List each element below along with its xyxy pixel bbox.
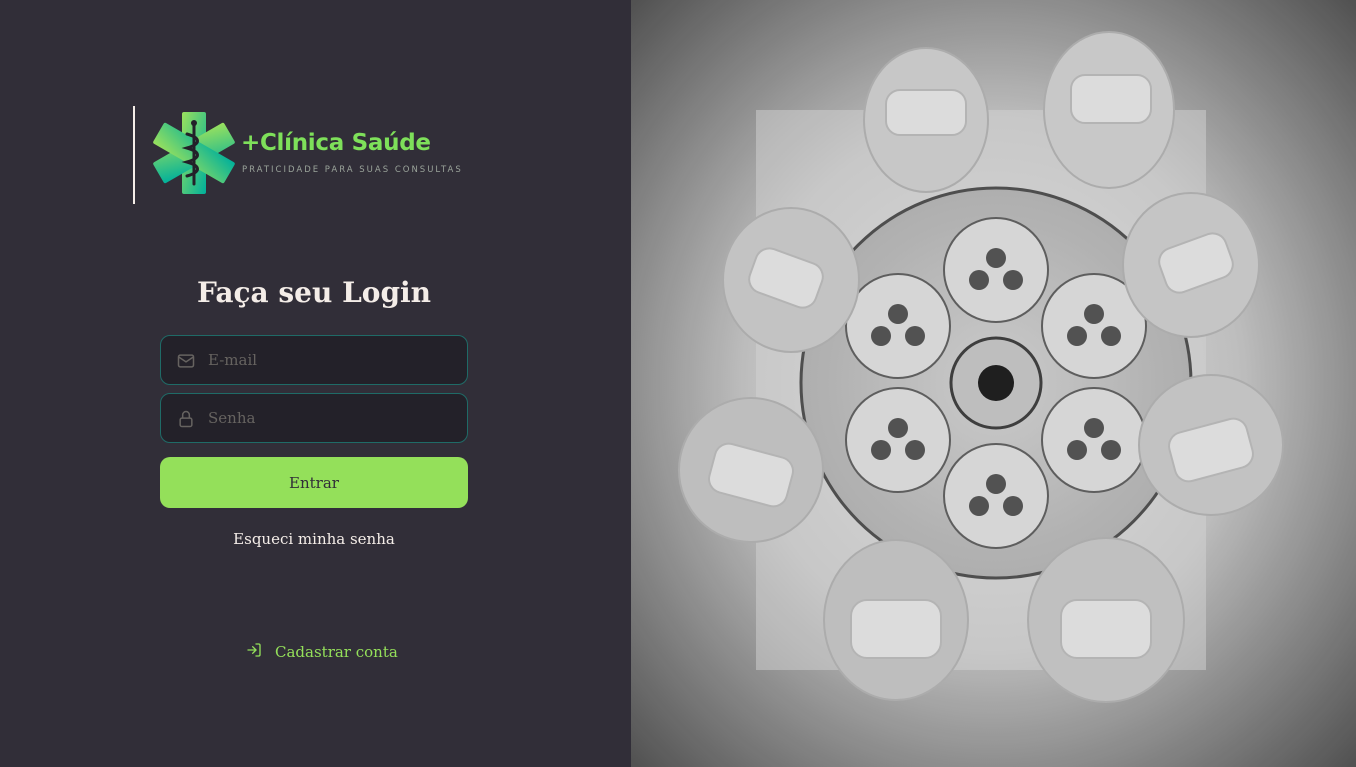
brand-tagline: PRATICIDADE PARA SUAS CONSULTAS [242, 165, 463, 175]
forgot-password-link[interactable]: Esqueci minha senha [160, 530, 468, 548]
mail-icon [177, 354, 195, 368]
password-input[interactable] [208, 394, 458, 442]
password-field[interactable] [160, 393, 468, 443]
hero-image [631, 0, 1356, 767]
brand-divider [133, 106, 135, 204]
brand-header: +Clínica Saúde PRATICIDADE PARA SUAS CON… [133, 106, 493, 204]
lock-icon [179, 410, 193, 428]
email-input[interactable] [208, 336, 458, 384]
brand-title: +Clínica Saúde [241, 130, 431, 156]
caduceus-star-logo-icon [153, 112, 235, 194]
page-title: Faça seu Login [196, 276, 432, 309]
email-field[interactable] [160, 335, 468, 385]
signup-label: Cadastrar conta [275, 643, 398, 661]
login-button[interactable]: Entrar [160, 457, 468, 508]
login-panel: +Clínica Saúde PRATICIDADE PARA SUAS CON… [0, 0, 631, 767]
log-in-icon [247, 643, 261, 657]
surgeons-photo-icon [631, 0, 1356, 767]
